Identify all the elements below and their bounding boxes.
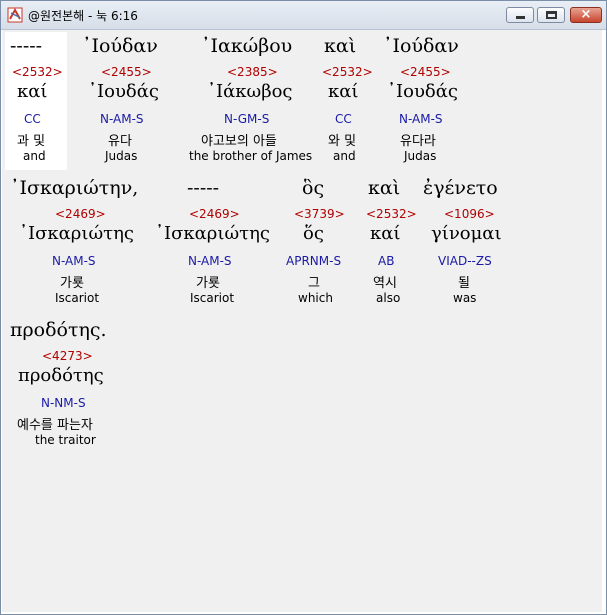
morph-code[interactable]: CC bbox=[335, 112, 352, 126]
strong-number[interactable]: <2469> bbox=[189, 207, 240, 221]
strong-number[interactable]: <1096> bbox=[444, 207, 495, 221]
lemma-word: ὅς bbox=[303, 223, 324, 244]
korean-gloss: 예수를 파는자 bbox=[17, 418, 93, 433]
korean-gloss: 유다라 bbox=[400, 134, 436, 149]
greek-word[interactable]: καὶ bbox=[368, 177, 400, 199]
window-title: @원전본해 - 눅 6:16 bbox=[28, 9, 138, 23]
strong-number[interactable]: <4273> bbox=[42, 349, 93, 363]
close-icon: × bbox=[580, 7, 592, 22]
lemma-word: ᾿Ιάκωβος bbox=[207, 81, 293, 102]
greek-word[interactable]: ᾿Ιούδαν bbox=[383, 35, 459, 57]
korean-gloss: 역시 bbox=[373, 276, 397, 291]
greek-word[interactable]: ᾿Ιακώβου bbox=[201, 35, 292, 57]
english-gloss: Iscariot bbox=[190, 291, 235, 305]
lemma-word: καί bbox=[370, 223, 401, 244]
morph-code[interactable]: N-NM-S bbox=[41, 396, 86, 410]
english-gloss: Judas bbox=[404, 149, 437, 163]
morph-code[interactable]: VIAD--ZS bbox=[438, 254, 492, 268]
english-gloss: Judas bbox=[105, 149, 138, 163]
close-button[interactable]: × bbox=[570, 7, 602, 23]
english-gloss: was bbox=[453, 291, 477, 305]
greek-word[interactable]: ----- bbox=[10, 35, 42, 57]
greek-word[interactable]: ὃς bbox=[302, 177, 324, 199]
korean-gloss: 그 bbox=[308, 276, 320, 291]
greek-word[interactable]: ᾿Ισκαριώτην, bbox=[10, 177, 138, 199]
greek-word[interactable]: ἐγένετο bbox=[423, 177, 498, 199]
greek-word[interactable]: ----- bbox=[187, 177, 219, 199]
morph-code[interactable]: APRNM-S bbox=[286, 254, 341, 268]
korean-gloss: 가룟 bbox=[196, 276, 220, 291]
lemma-word: γίνομαι bbox=[431, 223, 502, 244]
lemma-word: καί bbox=[17, 81, 48, 102]
lemma-word: ᾿Ιουδάς bbox=[387, 81, 458, 102]
korean-gloss: 될 bbox=[458, 276, 470, 291]
strong-number[interactable]: <2469> bbox=[55, 207, 106, 221]
english-gloss: the brother of James bbox=[189, 149, 313, 163]
korean-gloss: 유다 bbox=[108, 134, 132, 149]
morph-code[interactable]: N-AM-S bbox=[100, 112, 144, 126]
morph-code[interactable]: CC bbox=[24, 112, 41, 126]
english-gloss: and bbox=[23, 149, 46, 163]
lemma-word: καί bbox=[328, 81, 359, 102]
morph-code[interactable]: AB bbox=[378, 254, 394, 268]
strong-number[interactable]: <3739> bbox=[294, 207, 345, 221]
morph-code[interactable]: N-AM-S bbox=[188, 254, 232, 268]
strong-number[interactable]: <2532> bbox=[366, 207, 417, 221]
minimize-icon bbox=[516, 16, 525, 19]
strong-number[interactable]: <2385> bbox=[227, 65, 278, 79]
korean-gloss: 과 및 bbox=[17, 134, 46, 149]
korean-gloss: 야고보의 아들 bbox=[201, 134, 277, 149]
english-gloss: and bbox=[333, 149, 356, 163]
maximize-button[interactable] bbox=[537, 7, 565, 23]
strong-number[interactable]: <2455> bbox=[400, 65, 451, 79]
lemma-word: ᾿Ισκαριώτης bbox=[155, 223, 270, 244]
app-window: @원전본해 - 눅 6:16 × ----- <2532> καί CC 과 및… bbox=[0, 0, 607, 615]
lemma-word: προδότης bbox=[18, 365, 104, 386]
english-gloss: which bbox=[298, 291, 333, 305]
app-icon bbox=[7, 7, 23, 23]
english-gloss: Iscariot bbox=[55, 291, 100, 305]
english-gloss: also bbox=[376, 291, 401, 305]
interlinear-text-area[interactable]: ----- <2532> καί CC 과 및 and ᾿Ιούδαν <245… bbox=[2, 30, 602, 612]
korean-gloss: 와 및 bbox=[328, 134, 357, 149]
greek-word[interactable]: καὶ bbox=[324, 35, 356, 57]
title-bar[interactable]: @원전본해 - 눅 6:16 × bbox=[1, 1, 606, 30]
strong-number[interactable]: <2532> bbox=[322, 65, 373, 79]
lemma-word: ᾿Ισκαριώτης bbox=[19, 223, 134, 244]
maximize-icon bbox=[546, 11, 557, 19]
morph-code[interactable]: N-AM-S bbox=[399, 112, 443, 126]
strong-number[interactable]: <2532> bbox=[12, 65, 63, 79]
korean-gloss: 가룟 bbox=[60, 276, 84, 291]
strong-number[interactable]: <2455> bbox=[101, 65, 152, 79]
greek-word[interactable]: προδότης. bbox=[10, 319, 107, 341]
minimize-button[interactable] bbox=[506, 7, 534, 23]
morph-code[interactable]: N-GM-S bbox=[224, 112, 269, 126]
english-gloss: the traitor bbox=[35, 433, 96, 447]
morph-code[interactable]: N-AM-S bbox=[52, 254, 96, 268]
lemma-word: ᾿Ιουδάς bbox=[88, 81, 159, 102]
greek-word[interactable]: ᾿Ιούδαν bbox=[82, 35, 158, 57]
